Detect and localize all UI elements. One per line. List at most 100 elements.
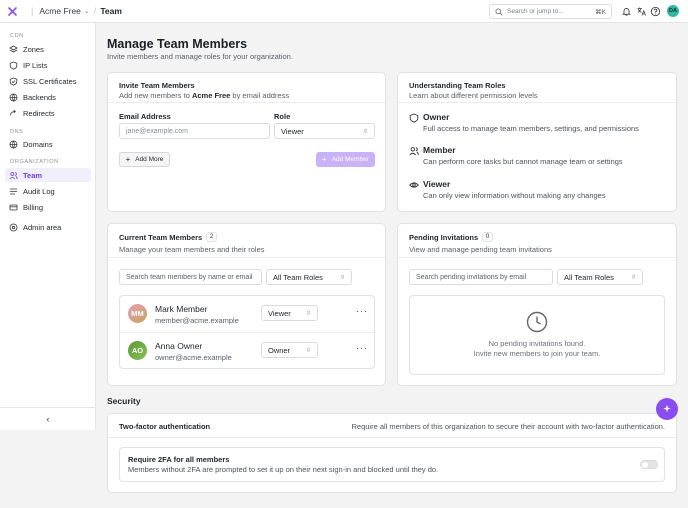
require-2fa-toggle[interactable] bbox=[640, 460, 658, 469]
clock-icon bbox=[526, 311, 548, 333]
member-search-input[interactable]: Search team members by name or email bbox=[119, 269, 262, 285]
app-logo-icon[interactable] bbox=[7, 6, 18, 17]
current-divider bbox=[108, 257, 385, 258]
help-icon[interactable] bbox=[650, 6, 661, 17]
member-row-divider bbox=[120, 332, 374, 333]
invite-subtitle-prefix: Add new members to bbox=[119, 91, 192, 100]
sidebar-item-domains[interactable]: Domains bbox=[5, 137, 91, 151]
pending-search-placeholder: Search pending invitations by email bbox=[416, 273, 527, 281]
current-members-subtitle: Manage your team members and their roles bbox=[119, 245, 265, 254]
translate-icon[interactable] bbox=[636, 6, 647, 17]
chevron-up-down-icon: ⇳ bbox=[305, 347, 311, 354]
require-2fa-description: Members without 2FA are prompted to set … bbox=[128, 465, 439, 474]
sidebar-item-billing[interactable]: Billing bbox=[5, 200, 91, 214]
sidebar-item-ssl-certificates[interactable]: SSL Certificates bbox=[5, 74, 91, 88]
invite-subtitle: Add new members to Acme Free by email ad… bbox=[119, 91, 289, 100]
zones-icon bbox=[9, 45, 18, 52]
users-icon bbox=[409, 147, 419, 156]
collapse-sidebar-button[interactable]: ‹ bbox=[0, 407, 96, 430]
sidebar-item-label: IP Lists bbox=[23, 60, 48, 70]
sidebar-item-label: Admin area bbox=[23, 222, 62, 232]
member-list: MM Mark Member member@acme.example Viewe… bbox=[119, 295, 375, 369]
email-input[interactable]: jane@example.com bbox=[119, 123, 270, 139]
two-factor-title: Two-factor authentication bbox=[119, 422, 211, 431]
plus-icon: + bbox=[322, 155, 327, 164]
member-role-filter[interactable]: All Team Roles ⇳ bbox=[266, 269, 352, 285]
member-role-filter-value: All Team Roles bbox=[273, 272, 323, 282]
sidebar-item-label: Billing bbox=[23, 202, 44, 212]
pending-empty-state: No pending invitations found. Invite new… bbox=[409, 295, 665, 375]
page-subtitle: Invite members and manage roles for your… bbox=[107, 52, 293, 61]
add-member-label: Add Member bbox=[331, 156, 369, 163]
sidebar-section-dns: DNS bbox=[10, 129, 24, 135]
redirects-icon bbox=[10, 109, 16, 116]
member-role-select[interactable]: Owner ⇳ bbox=[261, 342, 318, 358]
pending-invitations-card: Pending Invitations 0 View and manage pe… bbox=[397, 223, 677, 386]
billing-icon bbox=[9, 204, 18, 210]
pending-search-input[interactable]: Search pending invitations by email bbox=[409, 269, 553, 285]
current-members-card: Current Team Members 2 Manage your team … bbox=[107, 223, 386, 386]
global-search[interactable]: Search or jump to... ⌘K bbox=[489, 4, 612, 19]
empty-title: No pending invitations found. bbox=[488, 339, 586, 348]
roles-card: Understanding Team Roles Learn about dif… bbox=[397, 72, 677, 212]
sidebar-item-label: Zones bbox=[23, 44, 44, 54]
member-name: Mark Member bbox=[155, 304, 208, 314]
org-switcher-label: Acme Free bbox=[39, 6, 81, 16]
backends-icon bbox=[9, 93, 18, 102]
pending-divider bbox=[398, 257, 676, 258]
search-shortcut: ⌘K bbox=[595, 8, 606, 16]
chevron-up-down-icon: ⇳ bbox=[362, 128, 368, 135]
two-factor-card: Two-factor authentication Require all me… bbox=[107, 413, 677, 493]
pending-role-filter[interactable]: All Team Roles ⇳ bbox=[557, 269, 643, 285]
shield-icon bbox=[409, 113, 419, 123]
admin-icon bbox=[9, 223, 18, 231]
sparkle-icon bbox=[663, 404, 671, 413]
empty-subtitle: Invite new members to join your team. bbox=[473, 349, 601, 358]
role-select[interactable]: Viewer ⇳ bbox=[274, 123, 375, 139]
plus-icon: + bbox=[125, 155, 131, 164]
sidebar-section-organization: ORGANIZATION bbox=[10, 159, 59, 165]
search-placeholder: Search or jump to... bbox=[507, 8, 564, 15]
audit-log-icon bbox=[10, 188, 17, 194]
role-desc-owner: Full access to manage team members, sett… bbox=[423, 124, 639, 133]
user-avatar[interactable]: DA bbox=[667, 5, 679, 17]
add-member-button[interactable]: + Add Member bbox=[316, 152, 375, 167]
quick-action-button[interactable] bbox=[656, 398, 678, 420]
org-switcher[interactable]: Acme Free ⌄ bbox=[39, 6, 89, 16]
email-label: Email Address bbox=[119, 112, 171, 121]
eye-icon bbox=[409, 182, 419, 188]
sidebar-item-backends[interactable]: Backends bbox=[5, 90, 91, 104]
sidebar-item-redirects[interactable]: Redirects bbox=[5, 106, 91, 120]
pending-title: Pending Invitations bbox=[409, 233, 479, 242]
sidebar-item-audit-log[interactable]: Audit Log bbox=[5, 184, 91, 198]
roles-title: Understanding Team Roles bbox=[409, 81, 506, 90]
page-title: Manage Team Members bbox=[107, 37, 248, 51]
sidebar-item-zones[interactable]: Zones bbox=[5, 42, 91, 56]
roles-divider bbox=[398, 102, 676, 103]
member-search-placeholder: Search team members by name or email bbox=[126, 273, 253, 281]
invite-divider bbox=[108, 102, 385, 103]
member-role-value: Owner bbox=[268, 345, 291, 355]
security-section-title: Security bbox=[107, 396, 141, 406]
sidebar-item-ip-lists[interactable]: IP Lists bbox=[5, 58, 91, 72]
sidebar-item-team[interactable]: Team bbox=[5, 168, 91, 182]
more-options-icon[interactable]: ··· bbox=[356, 343, 368, 353]
role-name-viewer: Viewer bbox=[423, 179, 451, 189]
member-role-select[interactable]: Viewer ⇳ bbox=[261, 305, 318, 321]
sidebar-item-label: Audit Log bbox=[23, 186, 55, 196]
sidebar-item-label: Redirects bbox=[23, 108, 55, 118]
more-options-icon[interactable]: ··· bbox=[356, 306, 368, 316]
member-email: member@acme.example bbox=[155, 316, 239, 325]
role-label: Role bbox=[274, 112, 291, 121]
pending-subtitle: View and manage pending team invitations bbox=[409, 245, 552, 254]
add-more-button[interactable]: + Add More bbox=[119, 152, 170, 167]
avatar: MM bbox=[128, 304, 147, 323]
sidebar-item-admin-area[interactable]: Admin area bbox=[5, 220, 91, 234]
chevron-down-icon: ⌄ bbox=[83, 8, 90, 15]
sidebar: CDN Zones IP Lists SSL Certificates Back… bbox=[0, 23, 96, 430]
role-name-owner: Owner bbox=[423, 112, 450, 122]
invite-card: Invite Team Members Add new members to A… bbox=[107, 72, 386, 212]
bell-icon[interactable] bbox=[621, 6, 632, 17]
ip-list-icon bbox=[9, 61, 18, 70]
chevron-up-down-icon: ⇳ bbox=[305, 310, 311, 317]
